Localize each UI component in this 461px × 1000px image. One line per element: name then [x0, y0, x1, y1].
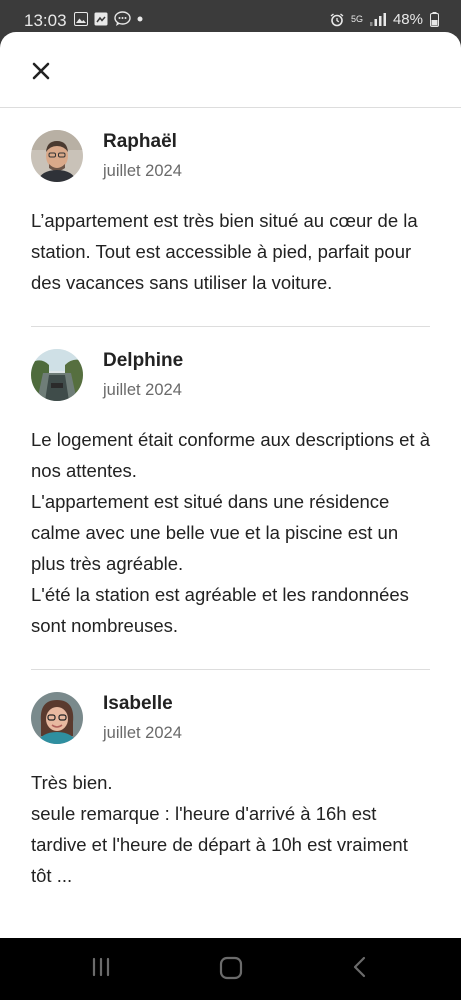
- review-item: Isabelle juillet 2024 Très bien. seule r…: [31, 669, 430, 919]
- home-icon: [219, 956, 243, 980]
- network-type: 5G: [350, 14, 363, 24]
- reviewer-info: Delphine juillet 2024: [103, 349, 183, 401]
- back-button[interactable]: [350, 956, 370, 978]
- review-date: juillet 2024: [103, 381, 182, 399]
- recents-button[interactable]: [90, 956, 112, 978]
- system-nav-bar: [0, 938, 461, 1000]
- signal-icon: [369, 13, 386, 26]
- close-button[interactable]: [26, 56, 56, 86]
- status-time: 13:03: [24, 11, 67, 30]
- reviewer-name: Delphine: [103, 350, 184, 371]
- gallery-icon: [74, 12, 88, 26]
- review-header: Isabelle juillet 2024: [31, 692, 430, 744]
- photo-icon: [94, 12, 108, 26]
- dot-icon: [137, 16, 143, 22]
- avatar[interactable]: [31, 692, 83, 744]
- reviewer-name: Raphaël: [103, 131, 177, 152]
- battery-icon: [430, 12, 439, 27]
- review-header: Raphaël juillet 2024: [31, 130, 430, 182]
- review-date: juillet 2024: [103, 724, 182, 742]
- reviews-list: Raphaël juillet 2024 L’appartement est t…: [0, 108, 461, 919]
- reviewer-name: Isabelle: [103, 693, 173, 714]
- battery-percent: 48%: [392, 11, 423, 28]
- review-item: Raphaël juillet 2024 L’appartement est t…: [31, 108, 430, 326]
- review-item: Delphine juillet 2024 Le logement était …: [31, 326, 430, 669]
- back-icon: [353, 956, 366, 978]
- avatar[interactable]: [31, 349, 83, 401]
- close-icon: [32, 62, 50, 80]
- home-button[interactable]: [219, 956, 243, 980]
- sheet-header: [0, 32, 461, 108]
- recents-icon: [92, 957, 110, 977]
- status-right: 5G 48%: [330, 11, 439, 28]
- reviewer-info: Isabelle juillet 2024: [103, 692, 182, 744]
- message-icon: [114, 11, 131, 26]
- review-date: juillet 2024: [103, 162, 182, 180]
- notification-icons: [74, 11, 143, 27]
- avatar[interactable]: [31, 130, 83, 182]
- review-text: Très bien. seule remarque : l'heure d'ar…: [31, 772, 408, 886]
- review-text: Le logement était conforme aux descripti…: [31, 429, 431, 636]
- reviewer-info: Raphaël juillet 2024: [103, 130, 182, 182]
- review-text: L’appartement est très bien situé au cœu…: [31, 210, 418, 293]
- reviews-sheet: Raphaël juillet 2024 L’appartement est t…: [0, 32, 461, 938]
- review-header: Delphine juillet 2024: [31, 349, 430, 401]
- alarm-icon: [330, 12, 344, 26]
